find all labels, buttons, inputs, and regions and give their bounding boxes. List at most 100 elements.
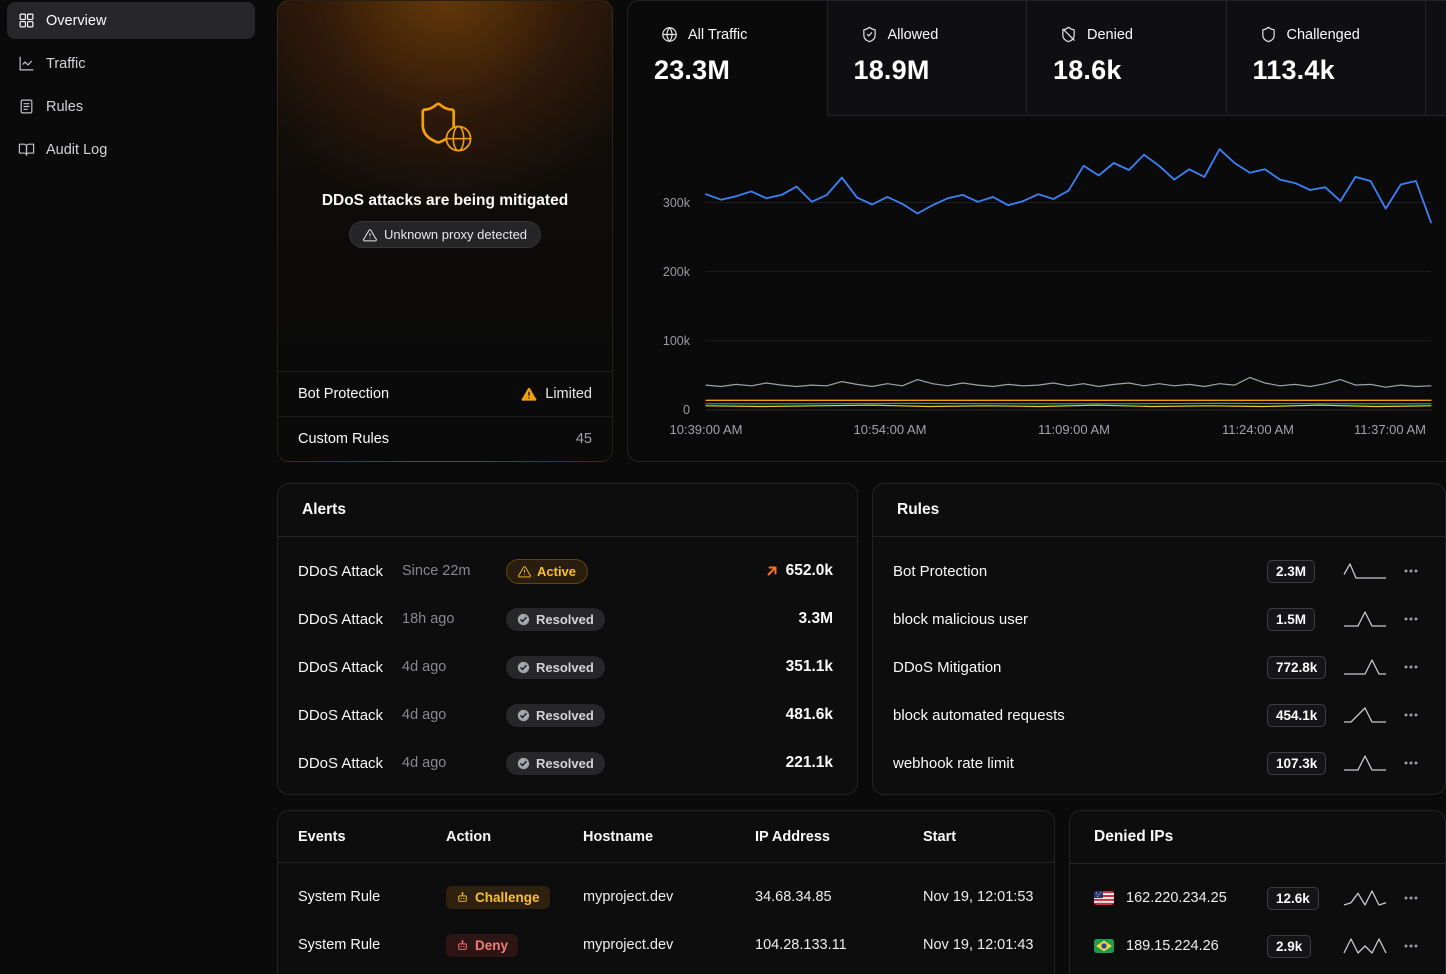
custom-rules-count: 45 (576, 431, 592, 447)
events-card: Events Action Hostname IP Address Start … (277, 810, 1055, 974)
mitigation-summary-rows: Bot Protection Limited Custom Rules 45 (278, 371, 612, 461)
rule-row[interactable]: DDoS Mitigation 772.8k (873, 643, 1445, 691)
bot-protection-label: Bot Protection (298, 386, 389, 402)
alert-row[interactable]: DDoS Attack Since 22m Active 652.0k (278, 547, 857, 595)
security-dashboard: Overview Traffic Rules Audit Log (0, 0, 1446, 974)
event-source: System Rule (298, 889, 446, 905)
rule-menu-button[interactable] (1403, 610, 1421, 628)
tab-value: 18.9M (854, 55, 1027, 86)
sidebar-item-overview[interactable]: Overview (7, 2, 255, 39)
ellipsis-icon (1403, 938, 1419, 954)
event-start: Nov 19, 12:01:53 (923, 889, 1034, 905)
denied-ip-menu-button[interactable] (1403, 889, 1421, 907)
sidebar-item-rules[interactable]: Rules (7, 88, 255, 125)
alerts-title: Alerts (278, 484, 857, 537)
rule-row[interactable]: webhook rate limit 107.3k (873, 739, 1445, 787)
x-axis-tick: 11:09:00 AM (1038, 422, 1110, 437)
rule-name: Bot Protection (893, 563, 1267, 580)
book-open-icon (18, 141, 35, 158)
traffic-overview-card: All Traffic 23.3M Allowed 18.9M Denied 1… (627, 0, 1446, 462)
shield-off-icon (1060, 26, 1077, 43)
alert-row[interactable]: DDoS Attack 4d ago Resolved 221.1k (278, 739, 857, 787)
rule-menu-button[interactable] (1403, 754, 1421, 772)
denied-ip-menu-button[interactable] (1403, 937, 1421, 955)
arrow-up-right-icon (764, 563, 780, 579)
y-axis-tick: 300k (628, 195, 690, 211)
denied-ip-count: 2.9k (1267, 935, 1311, 958)
alert-name: DDoS Attack (298, 563, 402, 580)
rule-hit-count: 2.3M (1267, 560, 1315, 583)
alert-status-badge: Resolved (506, 608, 605, 631)
tab-all-traffic[interactable]: All Traffic 23.3M (628, 1, 828, 116)
bot-icon (456, 939, 469, 952)
traffic-stat-tabs: All Traffic 23.3M Allowed 18.9M Denied 1… (628, 1, 1446, 116)
rule-menu-button[interactable] (1403, 658, 1421, 676)
alert-name: DDoS Attack (298, 611, 402, 628)
ellipsis-icon (1403, 755, 1419, 771)
x-axis-tick: 10:39:00 AM (670, 422, 743, 437)
tab-challenged[interactable]: Challenged 113.4k (1227, 1, 1427, 116)
sidebar-item-traffic[interactable]: Traffic (7, 45, 255, 82)
column-header-action: Action (446, 829, 583, 845)
line-chart-icon (18, 55, 35, 72)
alert-status-badge: Resolved (506, 704, 605, 727)
column-header-hostname: Hostname (583, 829, 755, 845)
event-source: System Rule (298, 937, 446, 953)
alert-row[interactable]: DDoS Attack 18h ago Resolved 3.3M (278, 595, 857, 643)
events-table-header: Events Action Hostname IP Address Start (278, 811, 1054, 863)
tab-denied[interactable]: Denied 18.6k (1027, 1, 1227, 116)
sidebar-item-label: Rules (46, 99, 83, 115)
bot-protection-row[interactable]: Bot Protection Limited (278, 371, 612, 416)
rules-icon (18, 98, 35, 115)
rule-row[interactable]: block malicious user 1.5M (873, 595, 1445, 643)
tabs-filler (1426, 1, 1446, 116)
bot-icon (456, 891, 469, 904)
rule-menu-button[interactable] (1403, 562, 1421, 580)
rule-row[interactable]: block automated requests 454.1k (873, 691, 1445, 739)
check-circle-icon (517, 661, 530, 674)
tab-value: 23.3M (654, 55, 827, 86)
ellipsis-icon (1403, 659, 1419, 675)
action-badge-challenge: Challenge (446, 886, 550, 909)
traffic-chart: 300k 200k 100k 0 10:39:00 AM 10:54:00 AM… (628, 116, 1446, 461)
sidebar-item-label: Traffic (46, 56, 85, 72)
tab-value: 113.4k (1253, 55, 1426, 86)
alert-name: DDoS Attack (298, 659, 402, 676)
event-hostname: myproject.dev (583, 889, 755, 905)
alert-time: 4d ago (402, 755, 492, 771)
denied-ips-card: Denied IPs 162.220.234.25 12.6k 189.15.2… (1069, 810, 1446, 974)
tab-value: 18.6k (1053, 55, 1226, 86)
event-row[interactable]: System Rule Deny myproject.dev 104.28.13… (278, 921, 1054, 969)
rule-menu-button[interactable] (1403, 706, 1421, 724)
action-badge-deny: Deny (446, 934, 518, 957)
column-header-events: Events (298, 829, 446, 845)
alerts-card: Alerts DDoS Attack Since 22m Active 652.… (277, 483, 858, 795)
alert-row[interactable]: DDoS Attack 4d ago Resolved 481.6k (278, 691, 857, 739)
rule-hit-count: 107.3k (1267, 752, 1326, 775)
rule-sparkline (1343, 753, 1387, 773)
proxy-warning-label: Unknown proxy detected (384, 227, 527, 242)
tab-allowed[interactable]: Allowed 18.9M (828, 1, 1028, 116)
warning-icon (363, 228, 377, 242)
event-hostname: myproject.dev (583, 937, 755, 953)
rule-hit-count: 772.8k (1267, 656, 1326, 679)
ellipsis-icon (1403, 890, 1419, 906)
alert-time: Since 22m (402, 563, 492, 579)
alert-row[interactable]: DDoS Attack 4d ago Resolved 351.1k (278, 643, 857, 691)
rule-hit-count: 454.1k (1267, 704, 1326, 727)
sidebar-item-audit-log[interactable]: Audit Log (7, 131, 255, 168)
proxy-warning-badge: Unknown proxy detected (349, 221, 541, 248)
rules-card: Rules Bot Protection 2.3M block maliciou… (872, 483, 1446, 795)
denied-ip-row[interactable]: 189.15.224.26 2.9k (1070, 922, 1445, 970)
custom-rules-row[interactable]: Custom Rules 45 (278, 416, 612, 461)
alert-status-badge: Resolved (506, 656, 605, 679)
check-circle-icon (517, 709, 530, 722)
x-axis-tick: 11:24:00 AM (1222, 422, 1294, 437)
alert-status-badge: Resolved (506, 752, 605, 775)
alert-name: DDoS Attack (298, 707, 402, 724)
event-row[interactable]: System Rule Challenge myproject.dev 34.6… (278, 873, 1054, 921)
br-flag-icon (1094, 939, 1114, 953)
rules-title: Rules (873, 484, 1445, 537)
denied-ip-row[interactable]: 162.220.234.25 12.6k (1070, 874, 1445, 922)
rule-row[interactable]: Bot Protection 2.3M (873, 547, 1445, 595)
